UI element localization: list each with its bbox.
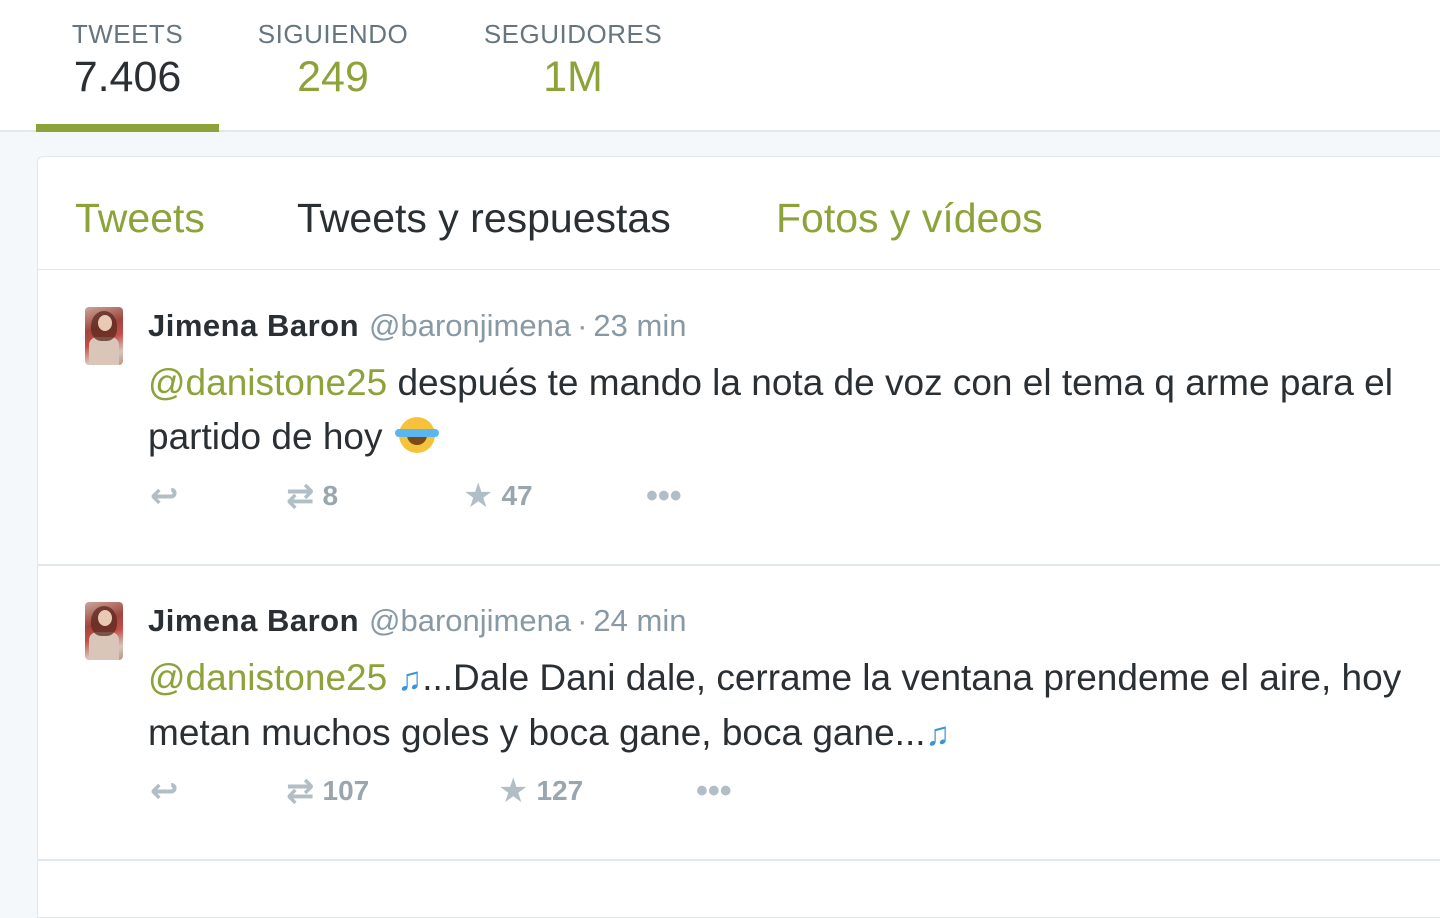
tweet-header: Jimena Baron @baronjimena · 23 min	[148, 306, 686, 346]
favorite-count: 47	[501, 480, 533, 511]
retweet-button[interactable]: ⇄ 8	[286, 476, 338, 516]
avatar-face	[98, 610, 112, 626]
tweet-text: @danistone25 ♫...Dale Dani dale, cerrame…	[148, 651, 1440, 761]
avatar-shirt	[89, 337, 119, 365]
more-icon: •••	[646, 477, 682, 515]
more-button[interactable]: •••	[646, 476, 682, 516]
tab-tweets[interactable]: Tweets	[75, 195, 205, 241]
favorite-count: 127	[536, 775, 584, 806]
active-stat-underline	[36, 124, 219, 132]
retweet-icon: ⇄	[286, 477, 315, 515]
tweet-author-handle[interactable]: @baronjimena	[369, 308, 571, 343]
stat-tweets-label: TWEETS	[71, 19, 184, 49]
stat-tweets[interactable]: TWEETS 7.406	[36, 0, 219, 132]
reply-button[interactable]: ↩	[150, 476, 179, 516]
tweet-separator: ·	[577, 603, 588, 638]
music-notes-emoji: ♫	[925, 715, 951, 752]
tab-tweets-and-replies[interactable]: Tweets y respuestas	[297, 195, 671, 241]
stat-tweets-value: 7.406	[73, 53, 182, 101]
stat-following-value: 249	[297, 53, 369, 101]
stat-following[interactable]: SIGUIENDO 249	[243, 0, 423, 130]
favorite-button[interactable]: ★ 127	[498, 771, 583, 811]
stat-followers[interactable]: SEGUIDORES 1M	[470, 0, 676, 130]
tweet-author-name[interactable]: Jimena Baron	[148, 603, 359, 638]
tweet-timestamp[interactable]: 24 min	[593, 603, 686, 638]
star-icon: ★	[463, 477, 494, 515]
tweet-timestamp[interactable]: 23 min	[593, 308, 686, 343]
tweet-mention[interactable]: @danistone25	[148, 362, 387, 403]
tweet-author-name[interactable]: Jimena Baron	[148, 308, 359, 343]
retweet-count: 107	[322, 775, 370, 806]
avatar[interactable]	[85, 307, 123, 365]
avatar-face	[98, 315, 112, 331]
avatar[interactable]	[85, 602, 123, 660]
retweet-button[interactable]: ⇄ 107	[286, 771, 369, 811]
stat-followers-label: SEGUIDORES	[483, 19, 663, 49]
reply-icon: ↩	[150, 477, 179, 515]
tweet[interactable]: Jimena Baron @baronjimena · 24 min @danisto…	[38, 565, 1440, 861]
tears-of-joy-emoji	[394, 417, 439, 453]
more-button[interactable]: •••	[696, 771, 732, 811]
stat-followers-value: 1M	[543, 53, 603, 101]
timeline-panel: Tweets Tweets y respuestas Fotos y vídeo…	[37, 156, 1440, 918]
tweet-mention[interactable]: @danistone25	[148, 657, 387, 698]
reply-icon: ↩	[150, 772, 179, 810]
tweet[interactable]: Jimena Baron @baronjimena · 23 min @danisto…	[38, 270, 1440, 566]
tab-photos-and-videos[interactable]: Fotos y vídeos	[776, 195, 1043, 241]
favorite-button[interactable]: ★ 47	[463, 476, 533, 516]
stat-following-label: SIGUIENDO	[257, 19, 409, 49]
music-notes-emoji: ♫	[397, 660, 423, 697]
tweet-text: @danistone25 después te mando la nota de…	[148, 356, 1440, 464]
star-icon: ★	[498, 772, 529, 810]
retweet-icon: ⇄	[286, 772, 315, 810]
avatar-shirt	[89, 632, 119, 660]
tweet-header: Jimena Baron @baronjimena · 24 min	[148, 601, 686, 641]
more-icon: •••	[696, 772, 732, 810]
timeline-tabs: Tweets Tweets y respuestas Fotos y vídeo…	[38, 157, 1440, 270]
tweet-author-handle[interactable]: @baronjimena	[369, 603, 571, 638]
profile-stats-bar: TWEETS 7.406 SIGUIENDO 249 SEGUIDORES 1M	[0, 0, 1440, 132]
reply-button[interactable]: ↩	[150, 771, 179, 811]
tweet-separator: ·	[577, 308, 588, 343]
retweet-count: 8	[322, 480, 339, 511]
